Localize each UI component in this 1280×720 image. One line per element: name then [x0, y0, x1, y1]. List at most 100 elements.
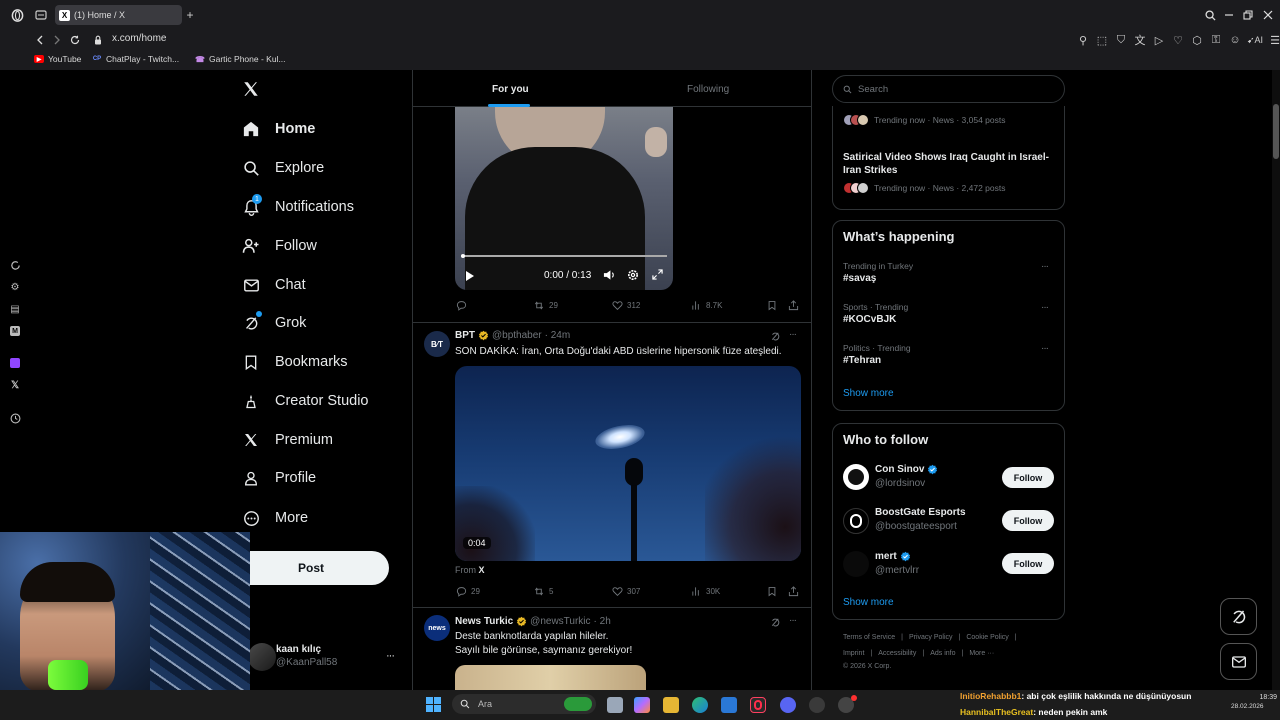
- settings-gear-icon[interactable]: [627, 269, 639, 281]
- footer-accessibility[interactable]: Accessibility: [878, 650, 916, 657]
- nav-profile[interactable]: Profile: [241, 464, 316, 492]
- reload-icon[interactable]: [68, 33, 82, 47]
- footer-imprint[interactable]: Imprint: [843, 650, 864, 657]
- url-text[interactable]: x.com/home: [112, 33, 166, 44]
- ai-robot-icon[interactable]: ⚙: [8, 280, 22, 294]
- nav-more[interactable]: More: [241, 504, 308, 532]
- post1-repost-button[interactable]: 29: [533, 300, 558, 311]
- post-button[interactable]: Post: [233, 551, 389, 585]
- from-source[interactable]: X: [479, 565, 485, 575]
- happening-show-more[interactable]: Show more: [843, 388, 894, 399]
- messenger-m-icon[interactable]: M: [8, 324, 22, 338]
- discord-icon[interactable]: [780, 697, 796, 713]
- shield-icon[interactable]: ⛉: [1114, 33, 1128, 47]
- trend-tag[interactable]: #Tehran: [843, 355, 881, 366]
- nav-premium[interactable]: Premium: [241, 426, 333, 454]
- post1-share-icon[interactable]: [788, 300, 799, 311]
- nav-home[interactable]: Home: [241, 115, 315, 143]
- post2-name[interactable]: BPT: [455, 330, 475, 341]
- user-name[interactable]: BoostGate Esports: [875, 507, 966, 518]
- scrollbar-thumb[interactable]: [1273, 104, 1279, 159]
- account-switcher[interactable]: kaan kılıç @KaanPall58: [276, 644, 337, 668]
- footer-cookie[interactable]: Cookie Policy: [966, 634, 1008, 641]
- follow-button[interactable]: Follow: [1002, 467, 1054, 488]
- trend-tag[interactable]: #savaş: [843, 273, 876, 284]
- follow-button[interactable]: Follow: [1002, 510, 1054, 531]
- account-icon[interactable]: ☺: [1228, 33, 1242, 47]
- wallet-icon[interactable]: ⚿: [1209, 33, 1223, 47]
- history-rotate-icon[interactable]: [8, 258, 22, 272]
- clock-icon[interactable]: [8, 411, 22, 425]
- back-icon[interactable]: [33, 33, 47, 47]
- trend-item[interactable]: Trending now · News · 3,054 posts: [843, 114, 1006, 126]
- user-avatar[interactable]: [843, 464, 869, 490]
- nav-creator-studio[interactable]: Creator Studio: [241, 387, 369, 415]
- tab-for-you[interactable]: For you: [492, 84, 529, 95]
- video-progress-track[interactable]: [461, 255, 667, 257]
- snapshot-icon[interactable]: ⬚: [1095, 33, 1109, 47]
- task-view-icon[interactable]: [607, 697, 623, 713]
- messages-fab[interactable]: [1220, 643, 1257, 680]
- minimize-icon[interactable]: [1222, 8, 1236, 22]
- follow-button[interactable]: Follow: [1002, 553, 1054, 574]
- post2-video[interactable]: 0:04: [455, 366, 801, 561]
- player-icon[interactable]: ▷: [1152, 33, 1166, 47]
- opera-logo-icon[interactable]: [10, 8, 24, 22]
- tab-islands-icon[interactable]: [34, 8, 48, 22]
- pin-icon[interactable]: ⚲: [1076, 33, 1090, 47]
- nav-notifications[interactable]: 1 Notifications: [241, 193, 354, 221]
- footer-terms[interactable]: Terms of Service: [843, 634, 895, 641]
- nav-follow[interactable]: Follow: [241, 232, 317, 260]
- nav-chat[interactable]: Chat: [241, 271, 306, 299]
- tab-x-home[interactable]: X (1) Home / X: [55, 5, 182, 25]
- extensions-icon[interactable]: ⬡: [1190, 33, 1204, 47]
- post2-handle[interactable]: @bpthaber: [492, 330, 542, 341]
- bookmark-gartic[interactable]: ☎ Gartic Phone - Kul...: [195, 54, 286, 64]
- fullscreen-icon[interactable]: [652, 269, 663, 280]
- post2-bookmark-icon[interactable]: [767, 586, 777, 597]
- scrollbar-track[interactable]: [1272, 70, 1280, 690]
- post2-repost-button[interactable]: 5: [533, 586, 553, 597]
- post1-bookmark-icon[interactable]: [767, 300, 777, 311]
- footer-privacy[interactable]: Privacy Policy: [909, 634, 953, 641]
- bookmark-youtube[interactable]: ▶ YouTube: [34, 54, 81, 64]
- user-name-row[interactable]: mert: [875, 551, 911, 562]
- follow-show-more[interactable]: Show more: [843, 597, 894, 608]
- windows-start-icon[interactable]: [426, 697, 441, 712]
- post3-time[interactable]: · 2h: [594, 616, 611, 627]
- user-name-row[interactable]: Con Sinov: [875, 464, 938, 475]
- file-explorer-icon[interactable]: [663, 697, 679, 713]
- store-icon[interactable]: [721, 697, 737, 713]
- post2-reply-button[interactable]: 29: [456, 586, 480, 597]
- steam-icon[interactable]: [809, 697, 825, 713]
- post3-name[interactable]: News Turkic: [455, 616, 513, 627]
- post3-image[interactable]: [455, 665, 646, 690]
- twitch-icon[interactable]: [8, 356, 22, 370]
- post3-more-icon[interactable]: ···: [789, 615, 797, 626]
- search-tabs-icon[interactable]: [1203, 8, 1217, 22]
- search-input[interactable]: Search: [832, 75, 1065, 103]
- video-progress-handle[interactable]: [461, 254, 465, 258]
- taskbar-search[interactable]: Ara: [452, 694, 596, 714]
- lock-icon[interactable]: [91, 33, 105, 47]
- account-more-icon[interactable]: ···: [386, 650, 395, 662]
- translate-icon[interactable]: 文: [1133, 33, 1147, 47]
- trend-item[interactable]: Trending now · News · 2,472 posts: [843, 182, 1006, 194]
- new-tab-icon[interactable]: +: [183, 8, 197, 22]
- x-logo[interactable]: [242, 80, 260, 98]
- account-avatar[interactable]: [248, 643, 276, 671]
- play-icon[interactable]: [465, 270, 475, 282]
- easy-setup-icon[interactable]: ☰: [1268, 33, 1280, 47]
- post2-share-icon[interactable]: [788, 586, 799, 597]
- post3-handle[interactable]: @newsTurkic: [530, 616, 590, 627]
- trend-title[interactable]: Satirical Video Shows Iraq Caught in Isr…: [843, 151, 1058, 177]
- post2-more-icon[interactable]: ···: [789, 329, 797, 340]
- copilot-icon[interactable]: [634, 697, 650, 713]
- grok-explain-icon[interactable]: [770, 617, 781, 628]
- trend-more-icon[interactable]: ···: [1041, 261, 1049, 272]
- post1-like-button[interactable]: 312: [612, 300, 640, 311]
- grok-fab[interactable]: [1220, 598, 1257, 635]
- post2-avatar[interactable]: B⁄T: [424, 331, 450, 357]
- post3-avatar[interactable]: news: [424, 615, 450, 641]
- forward-icon[interactable]: [50, 33, 64, 47]
